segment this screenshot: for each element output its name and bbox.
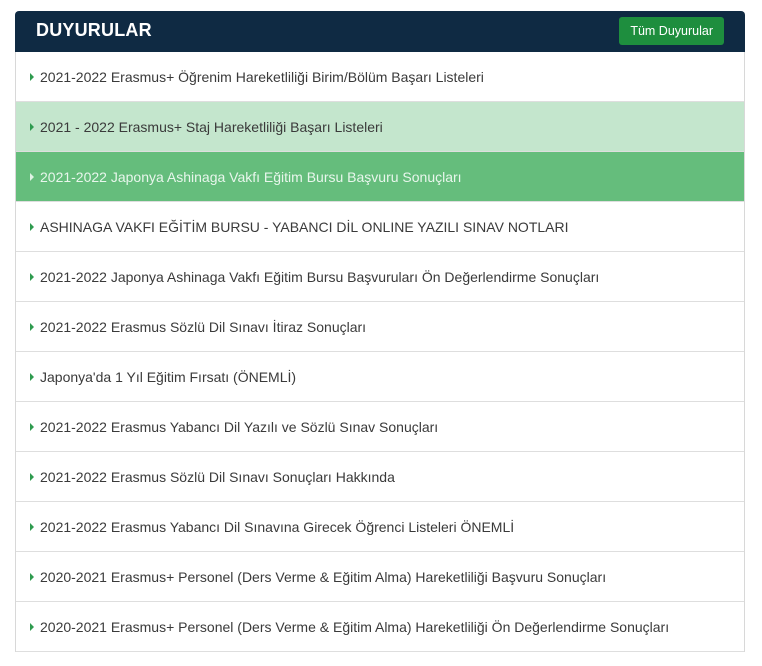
announcements-panel: DUYURULAR Tüm Duyurular 2021-2022 Erasmu… (15, 11, 745, 652)
announcement-list: 2021-2022 Erasmus+ Öğrenim Hareketliliği… (15, 52, 745, 652)
caret-right-icon (30, 72, 34, 81)
announcement-link[interactable]: 2021-2022 Japonya Ashinaga Vakfı Eğitim … (40, 169, 462, 185)
announcement-link[interactable]: 2021-2022 Japonya Ashinaga Vakfı Eğitim … (40, 269, 599, 285)
caret-right-icon (30, 522, 34, 531)
panel-header: DUYURULAR Tüm Duyurular (15, 11, 745, 52)
announcement-item[interactable]: ASHINAGA VAKFI EĞİTİM BURSU - YABANCI Dİ… (16, 202, 744, 252)
announcement-item[interactable]: 2020-2021 Erasmus+ Personel (Ders Verme … (16, 602, 744, 652)
announcement-item[interactable]: 2021-2022 Erasmus Yabancı Dil Yazılı ve … (16, 402, 744, 452)
announcement-item[interactable]: 2021-2022 Erasmus Sözlü Dil Sınavı Sonuç… (16, 452, 744, 502)
announcement-item[interactable]: 2021 - 2022 Erasmus+ Staj Hareketliliği … (16, 102, 744, 152)
caret-right-icon (30, 372, 34, 381)
all-announcements-button[interactable]: Tüm Duyurular (619, 17, 724, 45)
announcement-item[interactable]: 2021-2022 Erasmus+ Öğrenim Hareketliliği… (16, 52, 744, 102)
announcement-item[interactable]: 2020-2021 Erasmus+ Personel (Ders Verme … (16, 552, 744, 602)
announcement-link[interactable]: 2021-2022 Erasmus+ Öğrenim Hareketliliği… (40, 69, 484, 85)
caret-right-icon (30, 422, 34, 431)
announcement-link[interactable]: 2021-2022 Erasmus Yabancı Dil Sınavına G… (40, 519, 514, 535)
announcement-link[interactable]: 2021 - 2022 Erasmus+ Staj Hareketliliği … (40, 119, 383, 135)
announcement-link[interactable]: 2021-2022 Erasmus Sözlü Dil Sınavı İtira… (40, 319, 366, 335)
caret-right-icon (30, 172, 34, 181)
announcement-link[interactable]: 2021-2022 Erasmus Yabancı Dil Yazılı ve … (40, 419, 438, 435)
caret-right-icon (30, 622, 34, 631)
announcement-item[interactable]: 2021-2022 Erasmus Sözlü Dil Sınavı İtira… (16, 302, 744, 352)
panel-title: DUYURULAR (36, 20, 152, 40)
announcement-link[interactable]: 2021-2022 Erasmus Sözlü Dil Sınavı Sonuç… (40, 469, 395, 485)
announcement-item[interactable]: 2021-2022 Japonya Ashinaga Vakfı Eğitim … (16, 152, 744, 202)
announcement-link[interactable]: 2020-2021 Erasmus+ Personel (Ders Verme … (40, 619, 669, 635)
caret-right-icon (30, 322, 34, 331)
announcement-item[interactable]: 2021-2022 Japonya Ashinaga Vakfı Eğitim … (16, 252, 744, 302)
caret-right-icon (30, 122, 34, 131)
caret-right-icon (30, 572, 34, 581)
announcement-item[interactable]: Japonya'da 1 Yıl Eğitim Fırsatı (ÖNEMLİ) (16, 352, 744, 402)
caret-right-icon (30, 272, 34, 281)
announcement-item[interactable]: 2021-2022 Erasmus Yabancı Dil Sınavına G… (16, 502, 744, 552)
announcement-link[interactable]: Japonya'da 1 Yıl Eğitim Fırsatı (ÖNEMLİ) (40, 369, 296, 385)
caret-right-icon (30, 222, 34, 231)
announcement-link[interactable]: ASHINAGA VAKFI EĞİTİM BURSU - YABANCI Dİ… (40, 219, 569, 235)
announcement-link[interactable]: 2020-2021 Erasmus+ Personel (Ders Verme … (40, 569, 606, 585)
caret-right-icon (30, 472, 34, 481)
